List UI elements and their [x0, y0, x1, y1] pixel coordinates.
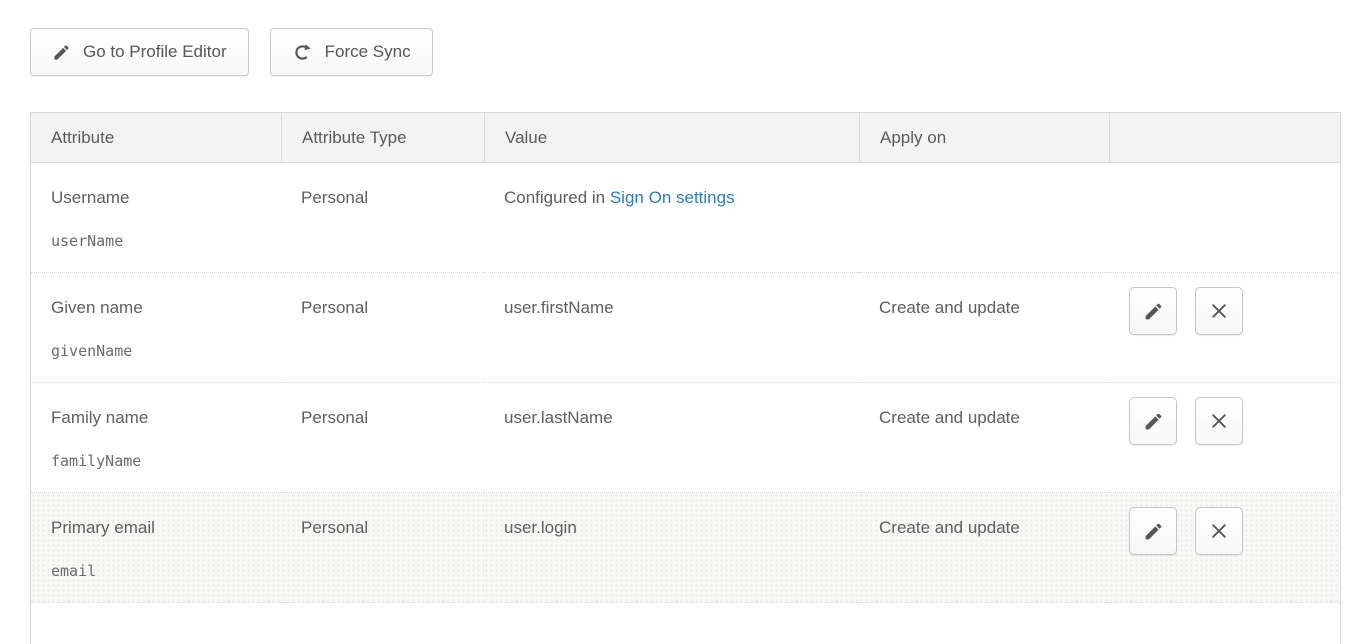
attribute-label: Family name [51, 408, 271, 428]
attribute-type: Personal [281, 493, 484, 603]
attribute-type: Personal [281, 273, 484, 383]
pencil-icon [1143, 301, 1164, 322]
pencil-icon [52, 43, 71, 62]
delete-attribute-button[interactable] [1195, 507, 1243, 555]
col-header-apply-on: Apply on [859, 113, 1109, 163]
go-to-profile-editor-label: Go to Profile Editor [83, 42, 227, 62]
value-text: Configured in [504, 188, 610, 207]
table-row-username: Username userName Personal Configured in… [31, 163, 1340, 273]
delete-attribute-button[interactable] [1195, 287, 1243, 335]
edit-attribute-button[interactable] [1129, 397, 1177, 445]
attribute-variable: userName [51, 232, 271, 250]
table-row-primary-email: Primary email email Personal user.login … [31, 493, 1340, 603]
close-icon [1209, 521, 1229, 541]
table-row-partial [31, 603, 1340, 644]
apply-on: Create and update [859, 273, 1109, 383]
attribute-mappings-page: Go to Profile Editor Force Sync Attribut… [0, 0, 1370, 644]
force-sync-label: Force Sync [325, 42, 411, 62]
refresh-icon [292, 42, 313, 63]
toolbar: Go to Profile Editor Force Sync [30, 28, 433, 76]
sign-on-settings-link[interactable]: Sign On settings [610, 188, 735, 207]
attribute-variable: familyName [51, 452, 271, 470]
row-actions [1129, 397, 1340, 445]
attribute-label: Username [51, 188, 271, 208]
attribute-mapping-table: Attribute Attribute Type Value Apply on … [30, 112, 1341, 644]
row-actions [1129, 287, 1340, 335]
value-text: user.firstName [484, 273, 859, 383]
col-header-attribute: Attribute [31, 113, 281, 163]
pencil-icon [1143, 521, 1164, 542]
apply-on: Create and update [859, 493, 1109, 603]
attribute-variable: email [51, 562, 271, 580]
attribute-label: Primary email [51, 518, 271, 538]
attribute-type: Personal [281, 383, 484, 493]
value-text: user.lastName [484, 383, 859, 493]
apply-on [859, 163, 1109, 273]
row-actions [1129, 507, 1340, 555]
close-icon [1209, 411, 1229, 431]
col-header-attribute-type: Attribute Type [281, 113, 484, 163]
value-text: user.login [484, 493, 859, 603]
edit-attribute-button[interactable] [1129, 507, 1177, 555]
apply-on: Create and update [859, 383, 1109, 493]
close-icon [1209, 301, 1229, 321]
col-header-value: Value [484, 113, 859, 163]
attribute-label: Given name [51, 298, 271, 318]
pencil-icon [1143, 411, 1164, 432]
delete-attribute-button[interactable] [1195, 397, 1243, 445]
attribute-variable: givenName [51, 342, 271, 360]
attribute-type: Personal [281, 163, 484, 273]
table-header-row: Attribute Attribute Type Value Apply on [31, 113, 1340, 163]
go-to-profile-editor-button[interactable]: Go to Profile Editor [30, 28, 249, 76]
table-row-family-name: Family name familyName Personal user.las… [31, 383, 1340, 493]
col-header-actions [1109, 113, 1340, 163]
force-sync-button[interactable]: Force Sync [270, 28, 433, 76]
edit-attribute-button[interactable] [1129, 287, 1177, 335]
table-row-given-name: Given name givenName Personal user.first… [31, 273, 1340, 383]
